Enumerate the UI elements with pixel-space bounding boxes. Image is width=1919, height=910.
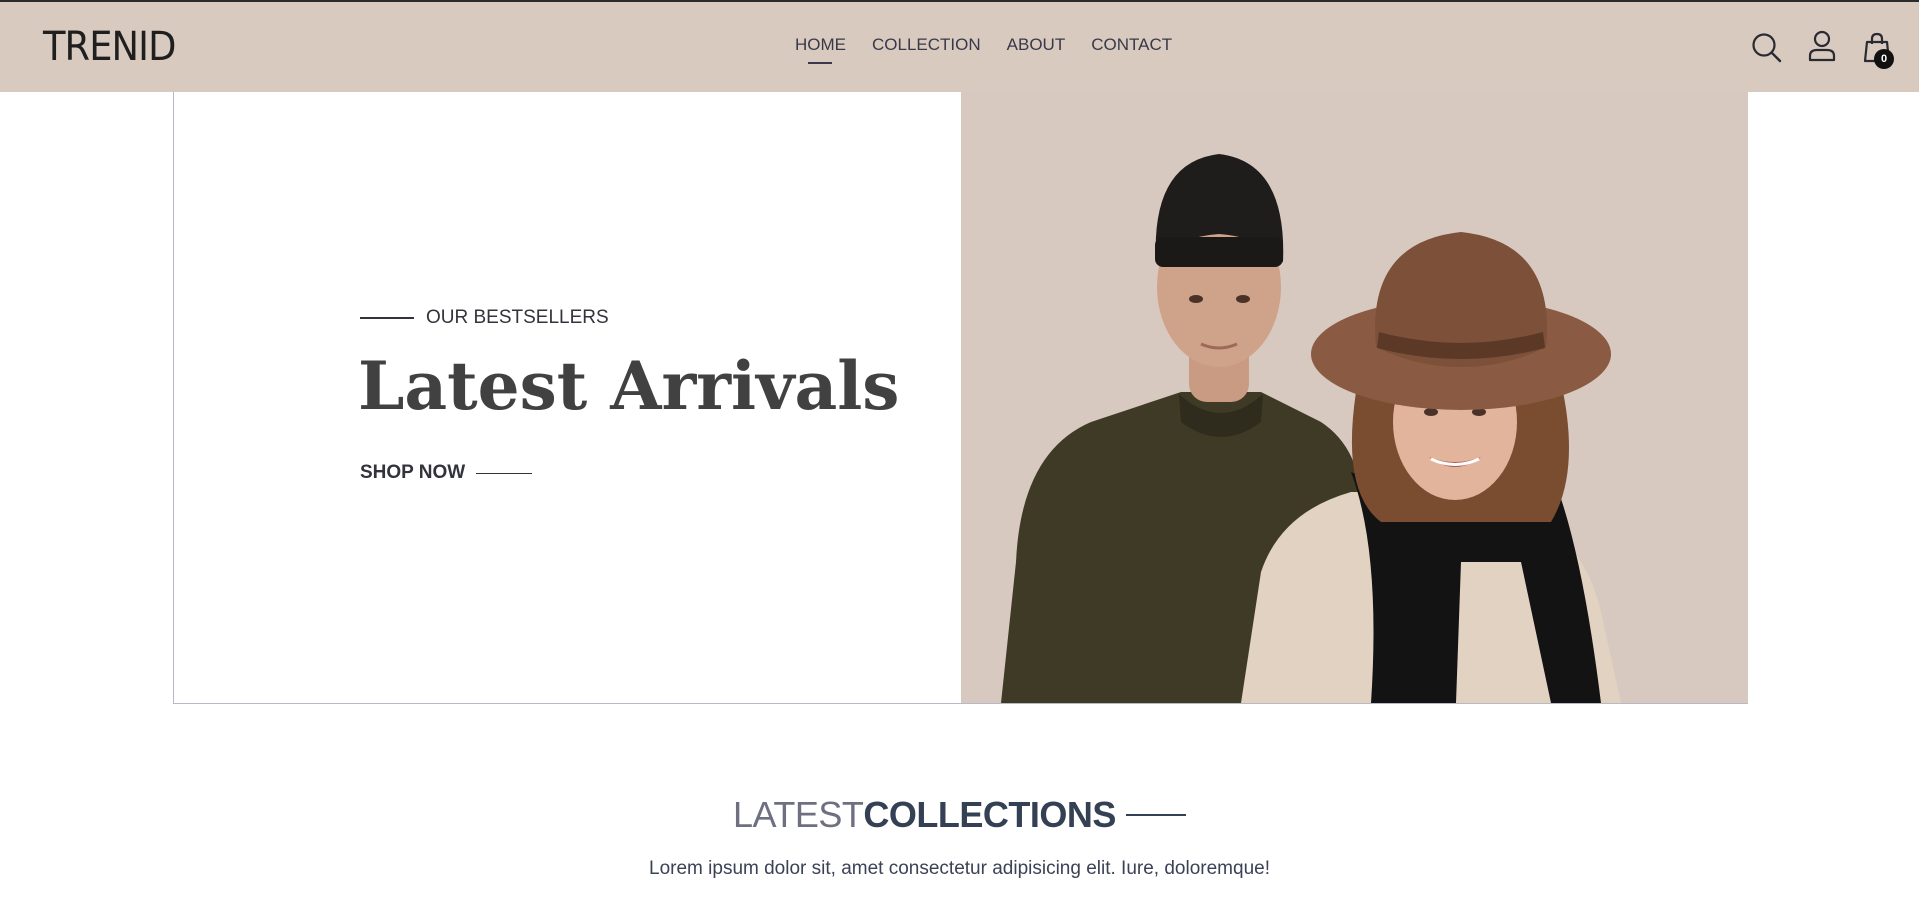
nav-contact[interactable]: CONTACT: [1091, 35, 1172, 55]
nav-home[interactable]: HOME: [795, 35, 846, 64]
shop-now-link[interactable]: SHOP NOW: [360, 462, 533, 484]
hero-text-panel: OUR BESTSELLERS Latest Arrivals SHOP NOW: [174, 92, 961, 703]
main-nav: HOME COLLECTION ABOUT CONTACT: [795, 35, 1198, 64]
eyebrow-label: OUR BESTSELLERS: [426, 307, 609, 328]
hero-image: [961, 92, 1748, 703]
eyebrow-divider: [360, 317, 414, 319]
cart-count-badge: 0: [1874, 49, 1894, 69]
hero-banner: OUR BESTSELLERS Latest Arrivals SHOP NOW: [173, 92, 1748, 704]
heading-light-part: LATEST: [733, 794, 864, 835]
hero-photo-illustration: [961, 92, 1748, 703]
shop-now-divider: [476, 472, 533, 474]
nav-collection[interactable]: COLLECTION: [872, 35, 981, 55]
shop-now-label[interactable]: SHOP NOW: [360, 462, 465, 484]
nav-about[interactable]: ABOUT: [1007, 35, 1066, 55]
latest-collections-heading: LATEST COLLECTIONS: [733, 794, 1186, 836]
hero-title: Latest Arrivals: [358, 347, 900, 425]
site-header: TRENID HOME COLLECTION ABOUT CONTACT 0: [0, 2, 1919, 92]
search-icon[interactable]: [1750, 31, 1784, 65]
hero-eyebrow: OUR BESTSELLERS: [360, 307, 609, 329]
user-icon[interactable]: [1805, 29, 1839, 63]
heading-divider: [1125, 814, 1186, 816]
collections-description: Lorem ipsum dolor sit, amet consectetur …: [649, 858, 1270, 879]
heading-bold-part: COLLECTIONS: [863, 794, 1116, 835]
brand-logo[interactable]: TRENID: [43, 24, 176, 70]
